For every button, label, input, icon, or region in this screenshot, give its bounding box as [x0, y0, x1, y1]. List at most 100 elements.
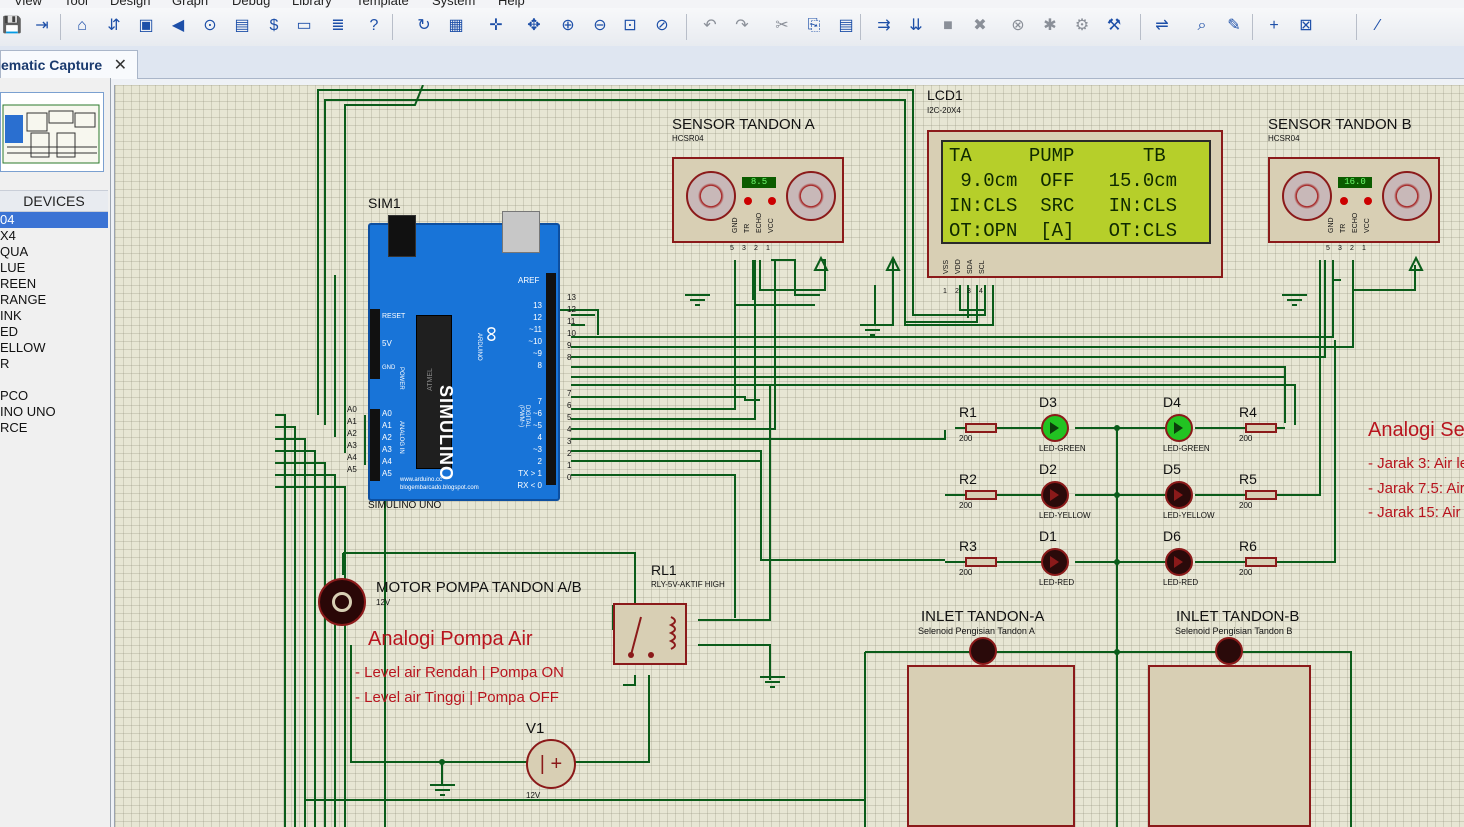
- device-item[interactable]: 04: [0, 212, 108, 228]
- menu-item-graph[interactable]: Graph: [172, 0, 208, 8]
- decompose-icon[interactable]: ⚒: [1102, 14, 1126, 38]
- menu-item-system[interactable]: System: [432, 0, 475, 8]
- inlet-b-solenoid-icon[interactable]: [1215, 637, 1243, 665]
- sensor-b[interactable]: 16.0 GND TR ECHO VCC: [1268, 157, 1440, 243]
- device-item[interactable]: QUA: [0, 244, 108, 260]
- menu-item-help[interactable]: Help: [498, 0, 525, 8]
- netlist-icon[interactable]: ⁄: [1366, 14, 1390, 38]
- cut-icon[interactable]: ✂: [770, 14, 794, 38]
- device-item[interactable]: INK: [0, 308, 108, 324]
- import-icon[interactable]: ⇥: [30, 14, 54, 38]
- help-icon[interactable]: ?: [362, 14, 386, 38]
- delete-sheet-icon[interactable]: ⊠: [1294, 14, 1318, 38]
- led-d6[interactable]: [1165, 548, 1193, 576]
- device-item[interactable]: [0, 372, 108, 388]
- block-rotate-icon[interactable]: ■: [936, 14, 960, 38]
- device-item[interactable]: ELLOW: [0, 340, 108, 356]
- resistor-r6[interactable]: [1245, 557, 1277, 567]
- pick-icon[interactable]: ⇵: [102, 14, 126, 38]
- refresh-icon[interactable]: ↻: [412, 14, 436, 38]
- menu-item-view[interactable]: View: [14, 0, 42, 8]
- pan-icon[interactable]: ✥: [522, 14, 546, 38]
- resistor-ref: R4: [1239, 404, 1257, 420]
- device-item[interactable]: REEN: [0, 276, 108, 292]
- resistor-r2[interactable]: [965, 490, 997, 500]
- led-d4[interactable]: [1165, 414, 1193, 442]
- home-icon[interactable]: ⌂: [70, 14, 94, 38]
- digital-pin-label: RX < 0: [517, 481, 542, 490]
- led-d3[interactable]: [1041, 414, 1069, 442]
- wire-autorouter-icon[interactable]: ⇌: [1150, 14, 1174, 38]
- device-item[interactable]: R: [0, 356, 108, 372]
- dollar-icon[interactable]: $: [262, 14, 286, 38]
- zoom-in-icon[interactable]: ⊕: [556, 14, 580, 38]
- resistor-r1[interactable]: [965, 423, 997, 433]
- page-icon[interactable]: ▤: [230, 14, 254, 38]
- resistor-r4[interactable]: [1245, 423, 1277, 433]
- digital-pin-label: 4: [537, 433, 542, 442]
- motor[interactable]: [318, 578, 366, 626]
- device-item[interactable]: RANGE: [0, 292, 108, 308]
- zoom-icon[interactable]: ⊙: [198, 14, 222, 38]
- sensor-note-line-2: - Jarak 7.5: Air: [1368, 480, 1464, 497]
- chip-icon[interactable]: ▣: [134, 14, 158, 38]
- menu-item-debug[interactable]: Debug: [232, 0, 270, 8]
- menu-item-library[interactable]: Library: [292, 0, 332, 8]
- undo-icon[interactable]: ↶: [698, 14, 722, 38]
- arduino-board[interactable]: AREF ATMEL SIMULINO ARDUINO ∞ DIGITAL (P…: [368, 211, 560, 501]
- zoom-out-icon[interactable]: ⊖: [588, 14, 612, 38]
- block-move-icon[interactable]: ⇊: [904, 14, 928, 38]
- sensor-a[interactable]: 8.5 GND TR ECHO VCC: [672, 157, 844, 243]
- device-item[interactable]: ED: [0, 324, 108, 340]
- overview-window[interactable]: [0, 92, 104, 172]
- schematic-canvas[interactable]: SIM1 AREF ATMEL SIMULINO ARDUINO ∞ DIGIT…: [114, 85, 1464, 827]
- tab-schematic-capture[interactable]: ematic Capture ✕: [0, 50, 138, 79]
- lcd-module[interactable]: TA PUMP TB 9.0cm OFF 15.0cm IN:CLS SRC IN…: [927, 130, 1223, 278]
- device-item[interactable]: INO UNO: [0, 404, 108, 420]
- doc-icon[interactable]: ≣: [326, 14, 350, 38]
- device-item[interactable]: PCO: [0, 388, 108, 404]
- close-icon[interactable]: ✕: [114, 55, 127, 75]
- origin-icon[interactable]: ✛: [484, 14, 508, 38]
- sensor-pin-number: 5: [730, 245, 734, 252]
- tab-bar: ematic Capture ✕: [0, 46, 1464, 79]
- zoom-area-icon[interactable]: ⊘: [650, 14, 674, 38]
- menu-item-design[interactable]: Design: [110, 0, 150, 8]
- analog-pin-label: A4: [382, 457, 392, 466]
- pick-device-icon[interactable]: ⊗: [1006, 14, 1030, 38]
- new-sheet-icon[interactable]: +: [1262, 14, 1286, 38]
- led-d1[interactable]: [1041, 548, 1069, 576]
- inlet-a-solenoid-icon[interactable]: [969, 637, 997, 665]
- make-device-icon[interactable]: ✱: [1038, 14, 1062, 38]
- menu-item-tool[interactable]: Tool: [64, 0, 88, 8]
- redo-icon[interactable]: ↷: [730, 14, 754, 38]
- led-d2[interactable]: [1041, 481, 1069, 509]
- digital-pin-label: 12: [533, 313, 542, 322]
- back-icon[interactable]: ◀: [166, 14, 190, 38]
- paste-icon[interactable]: ▤: [834, 14, 858, 38]
- sensor-pin-number: 3: [742, 245, 746, 252]
- search-icon[interactable]: ⌕: [1190, 14, 1214, 38]
- digital-pin-label: 8: [537, 361, 542, 370]
- v1-source[interactable]: | +: [526, 739, 576, 789]
- power-label: POWER: [398, 367, 404, 390]
- property-tool-icon[interactable]: ✎: [1222, 14, 1246, 38]
- zoom-all-icon[interactable]: ⊡: [618, 14, 642, 38]
- device-item[interactable]: RCE: [0, 420, 108, 436]
- block-delete-icon[interactable]: ✖: [968, 14, 992, 38]
- device-item[interactable]: X4: [0, 228, 108, 244]
- device-item[interactable]: LUE: [0, 260, 108, 276]
- resistor-r5[interactable]: [1245, 490, 1277, 500]
- grid-icon[interactable]: ▦: [444, 14, 468, 38]
- lcd-line: 9.0cm OFF 15.0cm: [949, 170, 1178, 192]
- block-copy-icon[interactable]: ⇉: [872, 14, 896, 38]
- led-d5[interactable]: [1165, 481, 1193, 509]
- save-icon[interactable]: 💾: [0, 14, 24, 38]
- sensor-a-model: HCSR04: [672, 134, 704, 143]
- counter-icon[interactable]: ▭: [292, 14, 316, 38]
- menu-item-template[interactable]: Template: [356, 0, 409, 8]
- resistor-r3[interactable]: [965, 557, 997, 567]
- package-icon[interactable]: ⚙: [1070, 14, 1094, 38]
- relay[interactable]: [613, 603, 687, 665]
- copy-icon[interactable]: ⎘: [802, 14, 826, 38]
